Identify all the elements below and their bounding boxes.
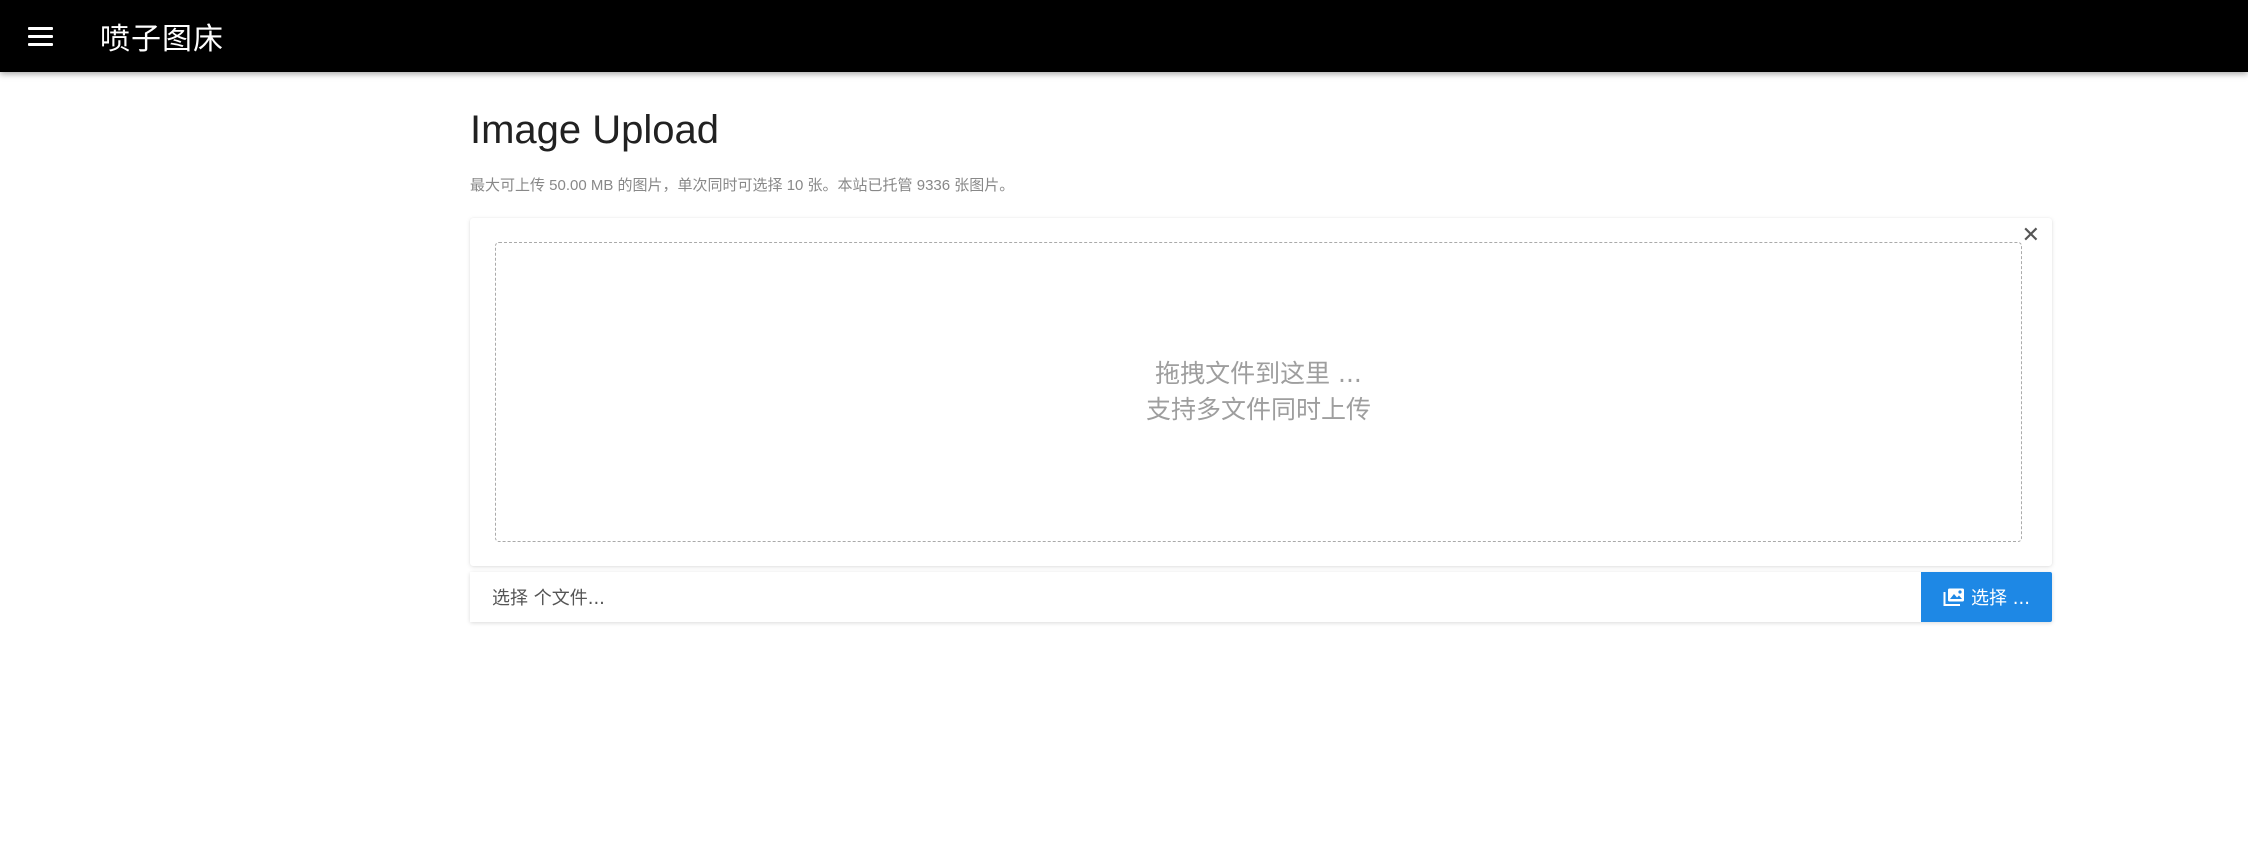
close-icon[interactable]: ✕ <box>2022 224 2040 246</box>
browse-button-label: 选择 ... <box>1971 588 2030 609</box>
drop-zone-hint: 拖拽文件到这里 ... <box>1155 359 1362 388</box>
page-title: Image Upload <box>470 108 720 152</box>
browse-button[interactable]: 选择 ... <box>1921 572 2052 622</box>
file-input-group: 选择 个文件... 选择 ... <box>470 572 2052 622</box>
app-bar: 喷子图床 <box>0 0 2248 72</box>
hamburger-menu-icon[interactable] <box>20 16 60 56</box>
file-caption-field[interactable]: 选择 个文件... <box>470 572 1921 622</box>
main-content: Image Upload 最大可上传 50.00 MB 的图片，单次同时可选择 … <box>470 72 2052 622</box>
upload-preview-card: ✕ 拖拽文件到这里 ... 支持多文件同时上传 <box>470 218 2052 566</box>
app-title: 喷子图床 <box>100 22 224 57</box>
drop-zone-subhint: 支持多文件同时上传 <box>1145 395 1371 424</box>
drop-zone[interactable]: 拖拽文件到这里 ... 支持多文件同时上传 <box>495 242 2022 542</box>
upload-limits-text: 最大可上传 50.00 MB 的图片，单次同时可选择 10 张。本站已托管 93… <box>470 177 1015 194</box>
images-icon <box>1943 588 1965 606</box>
